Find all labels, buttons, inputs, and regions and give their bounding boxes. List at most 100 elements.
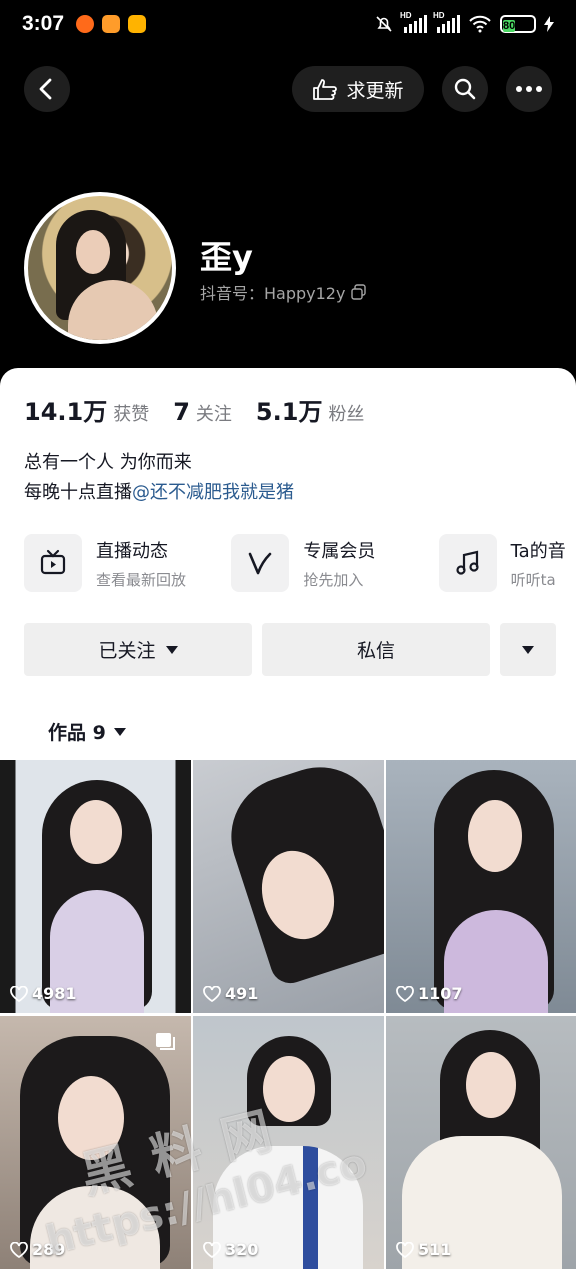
- feature-icon-box: [438, 534, 497, 592]
- app-notification-icon: [128, 15, 147, 33]
- heart-icon: [10, 985, 28, 1002]
- video-tile[interactable]: 1107: [386, 760, 576, 1013]
- feature-membership[interactable]: 专属会员 抢先加入: [231, 534, 416, 592]
- following-button[interactable]: 已关注: [24, 623, 252, 676]
- like-count-text: 320: [225, 1240, 259, 1259]
- stats-row: 14.1万 获赞 7 关注 5.1万 粉丝: [24, 392, 364, 427]
- feature-cards: 直播动态 查看最新回放 专属会员 抢先加入 Ta的音 听听ta: [24, 534, 576, 592]
- feature-text: 直播动态 查看最新回放: [96, 537, 186, 590]
- more-dots-icon: [516, 86, 542, 92]
- stat-label: 粉丝: [328, 404, 365, 425]
- status-left: 3:07: [22, 12, 147, 36]
- video-like-count: 320: [203, 1240, 258, 1259]
- signal-icon: HD: [433, 11, 460, 33]
- caret-down-icon: [113, 727, 126, 736]
- caret-down-icon: [165, 645, 178, 654]
- feature-text: Ta的音 听听ta: [511, 537, 566, 590]
- caret-down-icon: [522, 645, 534, 654]
- copy-icon[interactable]: [351, 284, 367, 300]
- status-bar: 3:07 HD HD 80: [0, 0, 576, 48]
- bio: 总有一个人 为你而来 每晚十点直播@还不减肥我就是猪: [24, 448, 294, 508]
- bio-line-2: 每晚十点直播@还不减肥我就是猪: [24, 478, 294, 508]
- multi-image-icon: [156, 1033, 175, 1050]
- feature-title: 专属会员: [303, 540, 376, 562]
- tv-icon: [40, 549, 66, 575]
- message-label: 私信: [356, 640, 395, 662]
- like-count-text: 1107: [418, 984, 463, 1003]
- request-update-label: 求更新: [346, 79, 404, 102]
- mute-bell-icon: [376, 16, 392, 32]
- status-right: HD HD 80: [374, 11, 554, 34]
- thumbnail-figure: [468, 800, 522, 872]
- more-button[interactable]: [506, 66, 552, 112]
- douyin-id-text: 抖音号：Happy12y: [200, 284, 346, 303]
- heart-icon: [396, 985, 414, 1002]
- message-button[interactable]: 私信: [262, 623, 490, 676]
- like-count-text: 511: [418, 1240, 452, 1259]
- stat-label: 关注: [195, 404, 232, 425]
- video-like-count: 4981: [10, 984, 77, 1003]
- stat-number: 5.1万: [255, 398, 323, 426]
- hd-label: HD: [400, 11, 412, 20]
- works-tab-label: 作品 9: [48, 722, 106, 744]
- hd-label: HD: [433, 11, 445, 20]
- heart-icon: [203, 985, 221, 1002]
- request-update-button[interactable]: 求更新: [292, 66, 424, 112]
- stat-followers[interactable]: 5.1万 粉丝: [256, 392, 365, 427]
- bio-mention-link[interactable]: @还不减肥我就是猪: [132, 482, 294, 503]
- charging-icon: [544, 16, 554, 32]
- feature-subtitle: 查看最新回放: [96, 570, 187, 589]
- hand-point-icon: [313, 79, 338, 100]
- stat-following[interactable]: 7 关注: [173, 398, 232, 426]
- action-buttons: 已关注 私信: [24, 623, 556, 676]
- nickname: 歪y: [200, 238, 253, 276]
- video-tile[interactable]: 491: [193, 760, 384, 1013]
- feature-title: 直播动态: [96, 540, 168, 562]
- app-notification-icon: [102, 15, 121, 33]
- more-options-dropdown[interactable]: [500, 623, 556, 676]
- feature-icon-box: [24, 534, 82, 592]
- video-like-count: 1107: [396, 984, 463, 1003]
- bio-line-2-text: 每晚十点直播: [24, 482, 132, 503]
- feature-icon-box: [231, 534, 290, 592]
- feature-live-updates[interactable]: 直播动态 查看最新回放: [24, 534, 209, 592]
- stat-number: 14.1万: [24, 398, 108, 426]
- heart-icon: [203, 1241, 221, 1258]
- feature-text: 专属会员 抢先加入: [303, 537, 375, 590]
- video-like-count: 491: [203, 984, 258, 1003]
- video-tile[interactable]: 511: [386, 1016, 576, 1269]
- feature-subtitle: 抢先加入: [303, 570, 364, 589]
- feature-subtitle: 听听ta: [510, 570, 556, 589]
- heart-icon: [10, 1241, 28, 1258]
- video-tile[interactable]: 4981: [0, 760, 191, 1013]
- avatar[interactable]: [24, 192, 176, 344]
- like-count-text: 4981: [32, 984, 77, 1003]
- thumbnail-figure: [466, 1052, 516, 1118]
- back-button[interactable]: [24, 66, 70, 112]
- battery-icon: 80: [500, 15, 536, 33]
- avatar-face: [76, 230, 110, 274]
- search-button[interactable]: [442, 66, 488, 112]
- like-count-text: 491: [225, 984, 259, 1003]
- bio-line-1: 总有一个人 为你而来: [24, 452, 192, 473]
- heart-icon: [396, 1241, 414, 1258]
- following-label: 已关注: [98, 640, 156, 662]
- wifi-icon: [469, 15, 491, 33]
- works-tab[interactable]: 作品 9: [48, 718, 126, 745]
- music-note-icon: [456, 550, 479, 575]
- stat-label: 获赞: [113, 404, 150, 425]
- status-time: 3:07: [22, 12, 65, 35]
- top-nav: 求更新: [0, 66, 576, 112]
- v-icon: [249, 552, 272, 575]
- video-like-count: 511: [396, 1240, 451, 1259]
- battery-level: 80: [503, 20, 516, 32]
- app-notification-icon: [76, 15, 95, 33]
- stat-likes[interactable]: 14.1万 获赞: [24, 392, 149, 427]
- stat-number: 7: [173, 398, 190, 426]
- douyin-id[interactable]: 抖音号：Happy12y: [200, 280, 367, 304]
- thumbnail-figure: [70, 800, 122, 864]
- feature-music[interactable]: Ta的音 听听ta: [438, 534, 576, 592]
- search-icon: [454, 78, 476, 100]
- signal-icon: HD: [400, 11, 427, 33]
- chevron-left-icon: [39, 78, 52, 100]
